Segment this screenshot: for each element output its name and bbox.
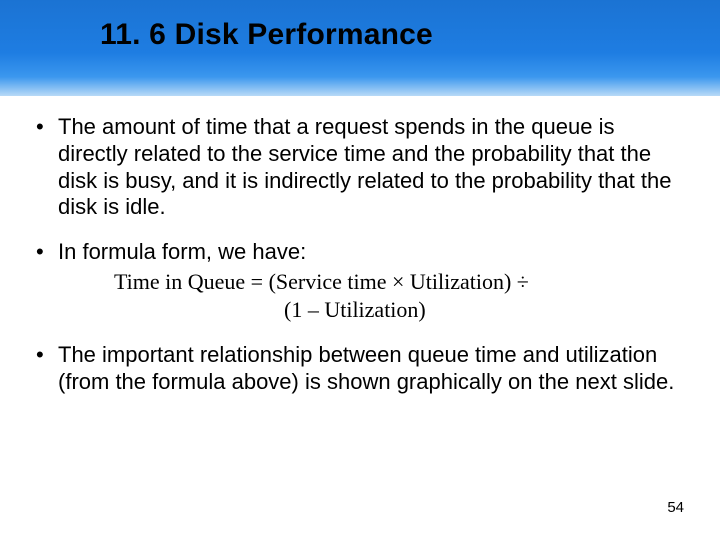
header-banner: 11. 6 Disk Performance xyxy=(0,0,720,96)
bullet-item: In formula form, we have: Time in Queue … xyxy=(30,239,690,324)
page-title: 11. 6 Disk Performance xyxy=(100,18,433,52)
bullet-list: The amount of time that a request spends… xyxy=(30,114,690,396)
formula-line-2: (1 – Utilization) xyxy=(114,296,690,324)
bullet-text: In formula form, we have: xyxy=(58,239,306,264)
slide-body: The amount of time that a request spends… xyxy=(0,96,720,396)
formula-line-1: Time in Queue = (Service time × Utilizat… xyxy=(114,269,529,294)
formula-block: Time in Queue = (Service time × Utilizat… xyxy=(114,268,690,324)
page-number: 54 xyxy=(667,499,684,516)
slide: 11. 6 Disk Performance The amount of tim… xyxy=(0,0,720,540)
bullet-item: The important relationship between queue… xyxy=(30,342,690,396)
bullet-item: The amount of time that a request spends… xyxy=(30,114,690,221)
